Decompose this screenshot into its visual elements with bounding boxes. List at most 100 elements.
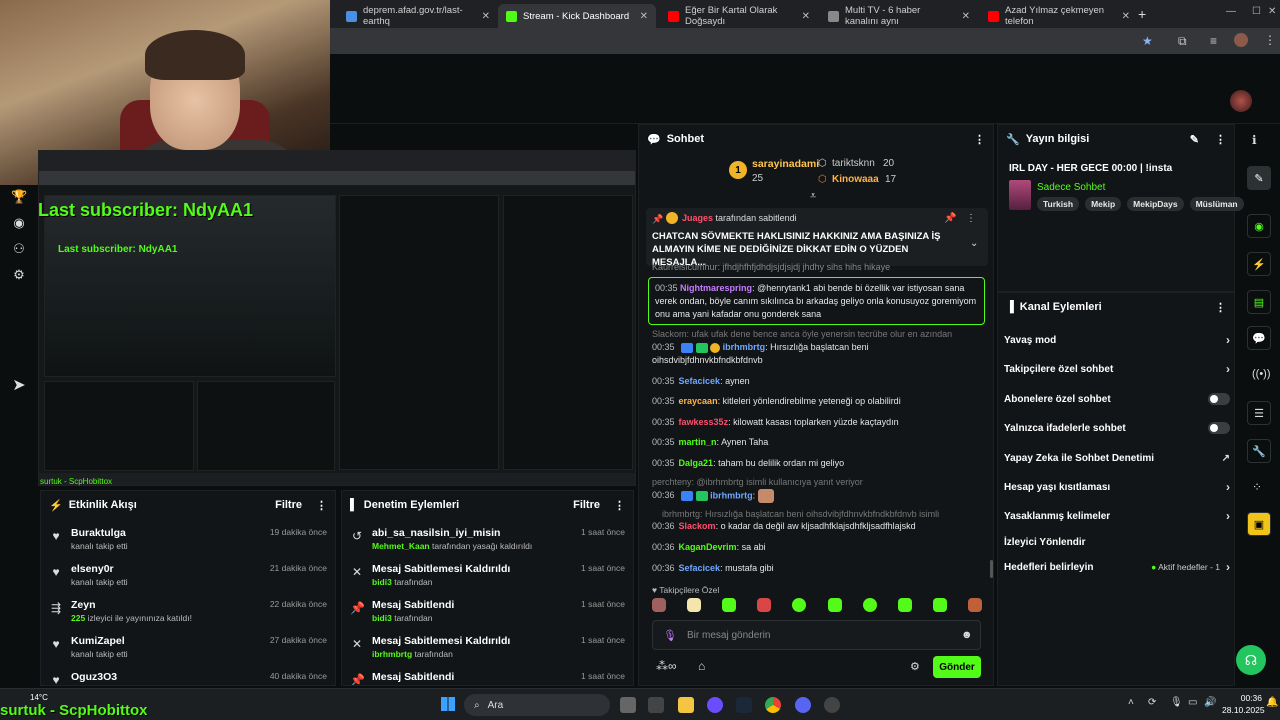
kick-coins-icon[interactable]: ⁂∞ (656, 659, 677, 673)
chat-username[interactable]: fawkess35z (679, 417, 729, 427)
host-row[interactable]: İzleyici Yönlendir (1004, 532, 1230, 552)
wrench-icon[interactable]: 🔧 (1247, 439, 1271, 463)
more-icon[interactable]: ⋮ (1215, 301, 1226, 314)
browser-tab-active[interactable]: Stream - Kick Dashboard ✕ (498, 4, 656, 28)
emote-icon[interactable] (792, 598, 807, 612)
moderator-name[interactable]: Mehmet_Kaan (372, 541, 430, 551)
chat-username[interactable]: martin_n (679, 437, 717, 447)
camera-icon[interactable]: ◉ (1247, 214, 1271, 238)
moderator-name[interactable]: bidi3 (372, 577, 392, 587)
chat-username[interactable]: ibrhmbrtg (723, 342, 766, 352)
file-explorer-icon[interactable] (678, 697, 694, 713)
support-button[interactable]: ☊ (1236, 645, 1266, 675)
leaderboard-user[interactable]: tariktsknn (832, 158, 875, 169)
chat-username[interactable]: Sefacicek (679, 563, 721, 573)
discord-icon[interactable] (795, 697, 811, 713)
close-icon[interactable]: ✕ (802, 11, 810, 22)
info-icon[interactable]: ℹ (1252, 133, 1257, 147)
emoji-icon[interactable]: ☻ (961, 629, 973, 641)
notification-icon[interactable]: 🔔 (1266, 697, 1278, 708)
activity-user[interactable]: Buraktulga (71, 527, 262, 540)
close-icon[interactable]: ✕ (1122, 11, 1130, 22)
browser-menu-icon[interactable]: ⋮ (1264, 33, 1276, 47)
close-window-icon[interactable]: ✕ (1268, 6, 1276, 17)
maximize-icon[interactable]: ☐ (1252, 6, 1261, 17)
banned-words-row[interactable]: Yasaklanmış kelimeler › (1004, 506, 1230, 526)
activity-user[interactable]: elseny0r (71, 563, 262, 576)
address-bar[interactable]: ★ ⧉ ≡ ⋮ (330, 28, 1280, 54)
mic-icon[interactable]: 🎙 (663, 629, 677, 642)
slow-mode-row[interactable]: Yavaş mod › (1004, 330, 1230, 350)
tag[interactable]: Müslüman (1189, 197, 1244, 211)
emote-icon[interactable] (897, 598, 912, 612)
chevron-down-icon[interactable]: ⩡ (810, 190, 816, 203)
chrome-icon[interactable] (765, 697, 781, 713)
mic-icon[interactable]: 🎙 (1170, 697, 1183, 708)
close-icon[interactable]: ✕ (640, 11, 648, 22)
tag[interactable]: Turkish (1037, 197, 1080, 211)
gear-icon[interactable]: ⚙ (910, 660, 920, 673)
activity-user[interactable]: Zeyn (71, 599, 262, 612)
volume-icon[interactable]: 🔊 (1204, 697, 1216, 708)
chat-username[interactable]: Dalga21 (679, 458, 714, 468)
chat-username[interactable]: Nightmarespring (680, 283, 752, 293)
more-icon[interactable]: ⋮ (966, 213, 976, 224)
taskbar-search[interactable]: ⌕ Ara (464, 694, 610, 716)
activity-user[interactable]: KumiZapel (71, 635, 262, 648)
leaderboard-user[interactable]: sarayinadami (752, 158, 819, 170)
task-view-icon[interactable] (620, 697, 636, 713)
emote-icon[interactable] (757, 598, 772, 612)
profile-avatar[interactable] (1234, 33, 1248, 47)
chat-username[interactable]: ibrhmbrtg (710, 490, 753, 500)
lightning-icon[interactable]: ⚡ (1247, 252, 1271, 276)
chat-username[interactable]: Sefacicek (679, 376, 721, 386)
tag[interactable]: Mekip (1085, 197, 1122, 211)
close-icon[interactable]: ✕ (962, 11, 970, 22)
emote-icon[interactable] (862, 598, 877, 612)
chat-username[interactable]: eraycaan (679, 396, 718, 406)
emote-icon[interactable] (687, 598, 702, 612)
edit-icon[interactable]: ✎ (1190, 133, 1199, 146)
app-icon[interactable] (648, 697, 664, 713)
emote-icon[interactable] (827, 598, 842, 612)
emote-icon[interactable] (967, 598, 982, 612)
list-icon[interactable]: ☰ (1247, 401, 1271, 425)
emote-icon[interactable] (932, 598, 947, 612)
emote-icon[interactable] (722, 598, 737, 612)
subscribers-only-toggle[interactable] (1208, 393, 1230, 405)
chat-scrollbar[interactable] (990, 560, 993, 578)
gear-icon[interactable]: ⚙ (11, 267, 27, 283)
windows-start-icon[interactable] (441, 697, 455, 711)
broadcast-icon[interactable]: ((•)) (1252, 368, 1271, 380)
emote-only-toggle[interactable] (1208, 422, 1230, 434)
edit-layout-icon[interactable]: ✎ (1247, 166, 1271, 190)
user-avatar[interactable] (1230, 90, 1252, 112)
chevron-down-icon[interactable]: ⌄ (970, 238, 978, 249)
emote-icon[interactable] (652, 598, 666, 612)
moderator-name[interactable]: ibrhmbrtg (372, 649, 412, 659)
browser-tab[interactable]: deprem.afad.gov.tr/last-earthq ✕ (338, 4, 498, 28)
obs-icon[interactable] (824, 697, 840, 713)
chat-input-field[interactable]: 🎙 Bir mesaj gönderin ☻ (652, 620, 981, 650)
moderator-name[interactable]: bidi3 (372, 613, 392, 623)
more-icon[interactable]: ⋮ (974, 133, 985, 146)
more-icon[interactable]: ⋮ (316, 499, 327, 512)
more-icon[interactable]: ⋮ (614, 499, 625, 512)
leaderboard-user[interactable]: Kinowaaa (832, 174, 879, 185)
store-icon[interactable]: ⌂ (698, 659, 705, 673)
chat-username[interactable]: Slackom (679, 521, 716, 531)
category-name[interactable]: Sadece Sohbet (1037, 182, 1105, 193)
extensions-icon[interactable]: ⧉ (1178, 34, 1187, 49)
close-icon[interactable]: ✕ (482, 11, 490, 22)
moderation-filter-button[interactable]: Filtre (573, 499, 600, 511)
browser-tab[interactable]: Azad Yılmaz çekmeyen telefon ✕ (980, 4, 1138, 28)
app-icon[interactable] (707, 697, 723, 713)
activity-filter-button[interactable]: Filtre (275, 499, 302, 511)
account-age-row[interactable]: Hesap yaşı kısıtlaması › (1004, 477, 1230, 497)
minimize-icon[interactable]: — (1226, 6, 1236, 17)
network-icon[interactable]: ▭ (1188, 697, 1197, 708)
pinned-by-user[interactable]: Juages (682, 213, 713, 223)
trophy-icon[interactable]: 🏆 (11, 189, 27, 205)
goals-row[interactable]: Hedefleri belirleyin ● Aktif hedefler - 1… (1004, 557, 1230, 577)
tray-chevron-icon[interactable]: ˄ (1128, 697, 1134, 708)
